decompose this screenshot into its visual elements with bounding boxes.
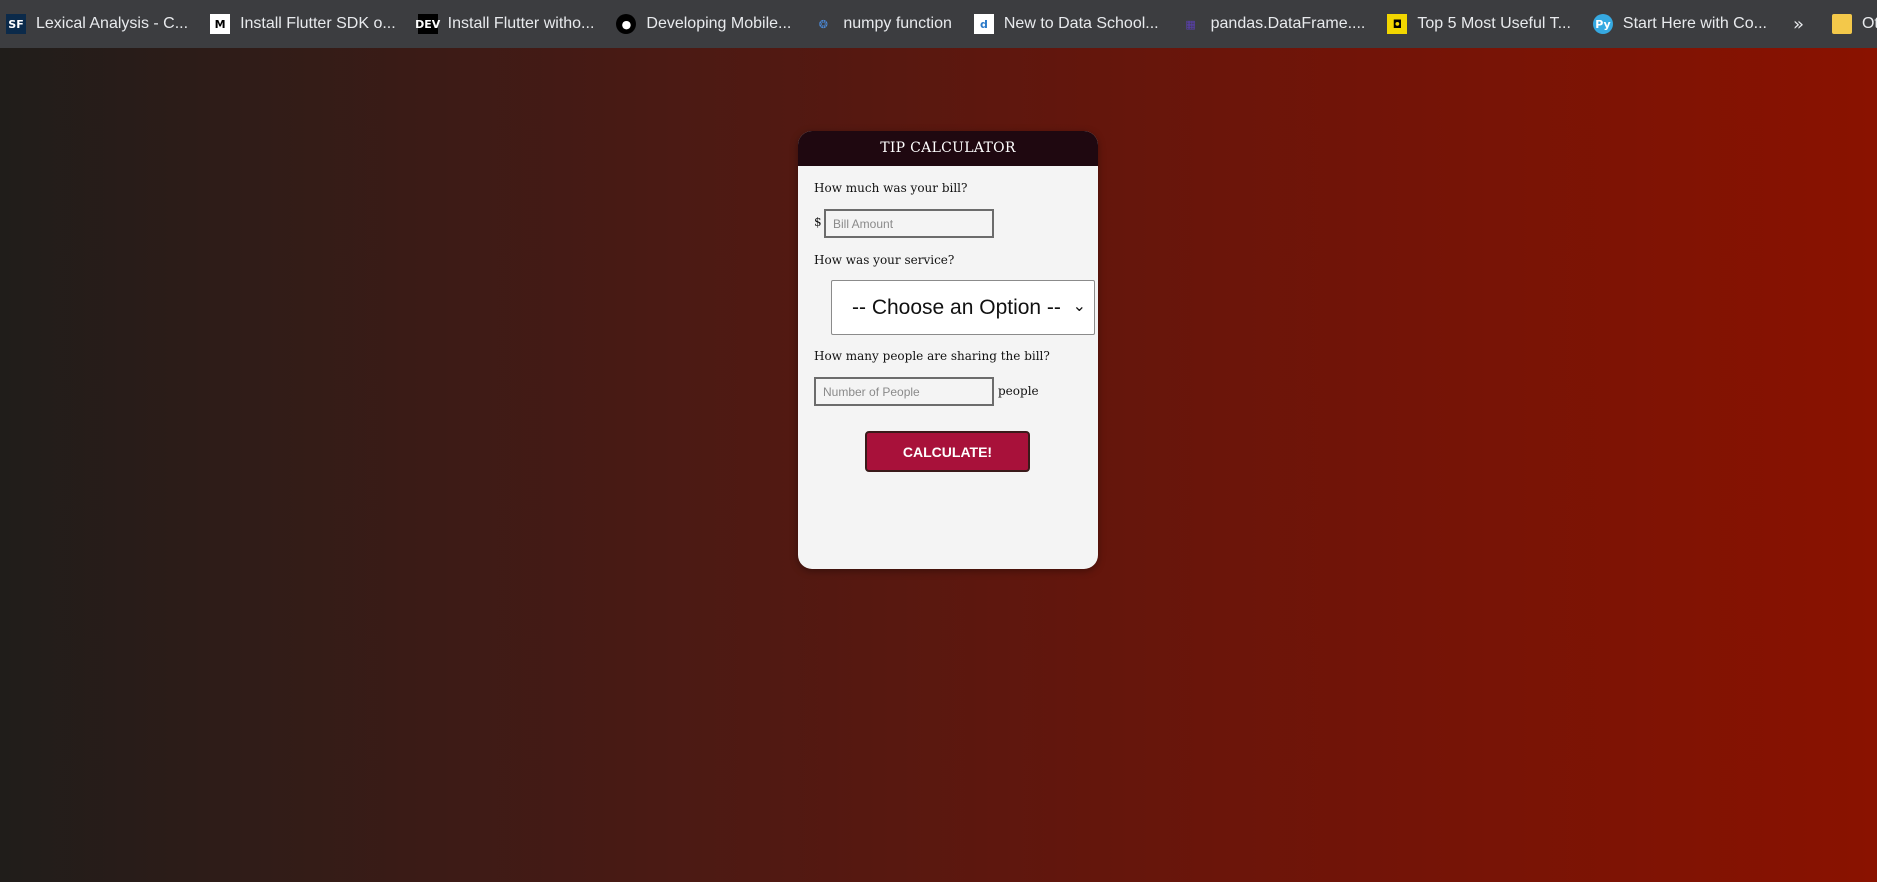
sf-icon: SF: [6, 14, 26, 34]
chevron-down-icon: ⌄: [1072, 296, 1086, 315]
bookmark-label: Top 5 Most Useful T...: [1417, 15, 1571, 32]
service-select[interactable]: -- Choose an Option -- ⌄: [831, 280, 1095, 335]
bookmark-label: Start Here with Co...: [1622, 15, 1767, 32]
bookmark-lexical-analysis[interactable]: SF Lexical Analysis - C...: [0, 8, 196, 40]
dev-icon: DEV: [415, 14, 440, 34]
other-bookmarks-folder[interactable]: Other bookmar: [1826, 8, 1877, 40]
bookmarks-overflow-chevron-icon[interactable]: »: [1793, 14, 1804, 35]
people-unit-label: people: [998, 384, 1039, 398]
number-of-people-input[interactable]: [814, 377, 994, 406]
service-selected-value: -- Choose an Option --: [852, 295, 1061, 319]
bookmark-label: Lexical Analysis - C...: [36, 15, 189, 32]
numpy-icon: ❂: [818, 17, 828, 31]
bookmark-label: Install Flutter witho...: [447, 15, 595, 32]
folder-icon: [1831, 14, 1852, 34]
bill-amount-input[interactable]: [824, 209, 994, 238]
bookmark-install-flutter-sdk[interactable]: M Install Flutter SDK o...: [204, 8, 404, 40]
github-icon: ●: [616, 14, 637, 34]
bookmark-label: pandas.DataFrame....: [1210, 15, 1366, 32]
medium-icon: M: [210, 14, 231, 34]
bookmarks-bar: SF Lexical Analysis - C... M Install Flu…: [0, 0, 1877, 48]
service-question-label: How was your service?: [814, 253, 955, 267]
bookmark-developing-mobile[interactable]: ● Developing Mobile...: [610, 8, 799, 40]
calculate-button[interactable]: CALCULATE!: [865, 431, 1030, 472]
dataschool-icon: d: [973, 14, 994, 34]
bookmark-start-here[interactable]: Py Start Here with Co...: [1587, 8, 1775, 40]
python-icon: Py: [1592, 14, 1613, 34]
card-title: TIP CALCULATOR: [798, 131, 1098, 166]
tip-calculator-card: TIP CALCULATOR How much was your bill? $…: [798, 131, 1098, 569]
bill-question-label: How much was your bill?: [814, 181, 968, 195]
bookmark-numpy-function[interactable]: ❂ numpy function: [807, 8, 960, 40]
bookmark-label: numpy function: [843, 15, 952, 32]
bookmark-install-flutter-without[interactable]: DEV Install Flutter witho...: [412, 8, 603, 40]
bookmark-label: Install Flutter SDK o...: [240, 15, 396, 32]
top5-icon: ◘: [1387, 14, 1408, 34]
bookmark-top-5[interactable]: ◘ Top 5 Most Useful T...: [1381, 8, 1579, 40]
bookmark-pandas-dataframe[interactable]: ▦ pandas.DataFrame....: [1175, 8, 1374, 40]
other-bookmarks-label: Other bookmar: [1861, 15, 1877, 32]
currency-symbol: $: [814, 215, 822, 229]
people-question-label: How many people are sharing the bill?: [814, 349, 1050, 363]
pandas-icon: ▦: [1185, 17, 1196, 31]
bookmark-label: Developing Mobile...: [646, 15, 792, 32]
bookmark-data-school[interactable]: d New to Data School...: [968, 8, 1167, 40]
bookmark-label: New to Data School...: [1003, 15, 1159, 32]
